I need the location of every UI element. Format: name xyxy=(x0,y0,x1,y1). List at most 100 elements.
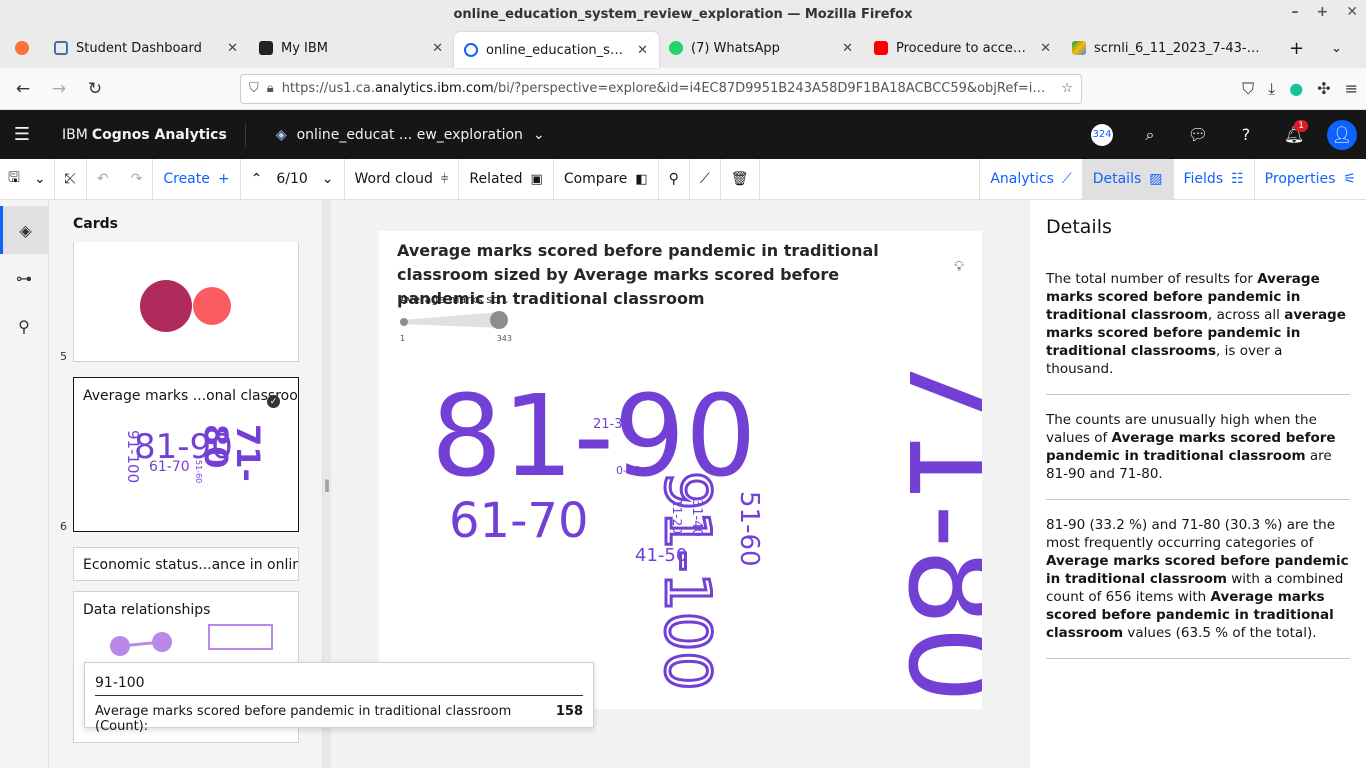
word-11-20[interactable]: 11-20 xyxy=(670,499,684,534)
tab-details[interactable]: Details ▨ xyxy=(1082,158,1174,200)
chevron-up-icon[interactable]: ⌃ xyxy=(251,171,263,187)
firefox-view-button[interactable] xyxy=(0,28,44,68)
card-7[interactable]: Economic status...ance in online xyxy=(73,547,299,581)
avatar-count-badge[interactable]: 324 xyxy=(1078,110,1126,159)
word-0-10[interactable]: 0-10 xyxy=(616,465,641,476)
details-insight-1: The total number of results for Average … xyxy=(1046,270,1350,395)
tab-whatsapp[interactable]: (7) WhatsApp ✕ xyxy=(659,28,864,68)
forward-button[interactable]: → xyxy=(44,74,74,104)
exploration-icon: ◈ xyxy=(275,126,287,143)
tab-my-ibm[interactable]: My IBM ✕ xyxy=(249,28,454,68)
tooltip-label: Average marks scored before pandemic in … xyxy=(95,704,512,734)
delete-button[interactable]: 🗑︎ xyxy=(721,158,760,200)
lock-icon: 🔒︎ xyxy=(266,81,274,96)
pin-icon: ⚲ xyxy=(668,171,679,187)
close-tab-icon[interactable]: ✕ xyxy=(637,43,648,58)
back-button[interactable]: ← xyxy=(8,74,38,104)
share-button[interactable]: ⤪ xyxy=(55,158,87,200)
pin-button[interactable]: ⚲ xyxy=(659,158,690,200)
drive-icon xyxy=(1072,41,1086,55)
menu-icon[interactable]: ≡ xyxy=(1345,79,1358,99)
app-brand: IBM Cognos Analytics xyxy=(44,122,246,147)
chevron-down-icon: ⌄ xyxy=(33,171,46,187)
reload-button[interactable]: ↻ xyxy=(80,74,110,104)
word-51-60[interactable]: 51-60 xyxy=(734,491,764,567)
tab-scrnli[interactable]: scrnli_6_11_2023_7-43-00 F xyxy=(1062,28,1277,68)
undo-icon[interactable]: ↶ xyxy=(97,171,109,187)
word-31-40[interactable]: 31-40 xyxy=(689,499,704,537)
page-navigator[interactable]: ⌃ 6/10 ⌄ xyxy=(241,158,345,200)
exploration-breadcrumb[interactable]: ◈ online_educat ... ew_exploration ⌄ xyxy=(246,127,545,143)
cards-panel-icon[interactable]: ◈ xyxy=(0,206,49,254)
window-title: online_education_system_review_explorati… xyxy=(453,6,913,22)
chevron-down-icon[interactable]: ⌄ xyxy=(322,171,334,187)
word-71-80[interactable]: 71-80 xyxy=(881,349,982,704)
create-button[interactable]: Create + xyxy=(153,158,241,200)
minimize-icon[interactable]: – xyxy=(1292,4,1299,20)
details-text: values (63.5 % of the total). xyxy=(1123,625,1317,641)
details-text: 81-90 (33.2 %) and 71-80 (30.3 %) are th… xyxy=(1046,517,1336,551)
ibm-icon xyxy=(259,41,273,55)
details-insight-2: The counts are unusually high when the v… xyxy=(1046,411,1350,500)
word-61-70[interactable]: 61-70 xyxy=(449,497,588,545)
word-cloud-button[interactable]: Word cloud ⫩ xyxy=(345,158,460,200)
youtube-icon xyxy=(874,41,888,55)
details-icon: ▨ xyxy=(1149,171,1163,187)
browser-navbar: ← → ↻ ⛉ 🔒︎ https://us1.ca.analytics.ibm.… xyxy=(0,68,1366,110)
pin-icon[interactable]: ⚲ xyxy=(0,302,49,350)
left-rail: ◈ ⊶ ⚲ xyxy=(0,200,49,768)
download-icon[interactable]: ⤓ xyxy=(1268,79,1275,99)
tab-online-education[interactable]: online_education_system_r✕ xyxy=(454,32,659,68)
close-tab-icon[interactable]: ✕ xyxy=(432,41,443,56)
tab-procedure[interactable]: Procedure to access Smart✕ xyxy=(864,28,1062,68)
tab-properties[interactable]: Properties ⚟ xyxy=(1255,159,1366,200)
tab-student-dashboard[interactable]: Student Dashboard ✕ xyxy=(44,28,249,68)
arrow-left-icon: ← xyxy=(15,78,31,99)
arrow-right-icon: → xyxy=(51,78,67,99)
word-41-50[interactable]: 41-50 xyxy=(635,547,687,565)
grammarly-icon[interactable]: ● xyxy=(1289,79,1303,99)
window-titlebar: online_education_system_review_explorati… xyxy=(0,0,1366,28)
extensions-icon[interactable]: ✣ xyxy=(1317,79,1330,99)
user-avatar[interactable]: 👤︎ xyxy=(1318,110,1366,159)
hamburger-menu-icon[interactable]: ☰ xyxy=(0,124,44,145)
chat-icon[interactable]: 💬︎ xyxy=(1174,110,1222,159)
cognos-icon xyxy=(464,43,478,57)
new-tab-button[interactable]: + xyxy=(1277,28,1317,68)
save-menu[interactable]: 🖫︎ ⌄ xyxy=(0,158,55,200)
compare-button[interactable]: Compare ◧ xyxy=(554,158,659,200)
list-tabs-button[interactable]: ⌄ xyxy=(1317,28,1357,68)
visualization-icon: ⫩ xyxy=(440,171,449,187)
tab-analytics[interactable]: Analytics ⟋ xyxy=(979,158,1083,200)
close-tab-icon[interactable]: ✕ xyxy=(842,41,853,56)
word-21-30[interactable]: 21-30 xyxy=(593,418,631,431)
url-bar[interactable]: ⛉ 🔒︎ https://us1.ca.analytics.ibm.com/bi… xyxy=(240,73,1082,104)
hierarchy-icon[interactable]: ⊶ xyxy=(0,254,49,302)
notification-icon[interactable]: 🔔︎ 1 xyxy=(1270,110,1318,159)
search-icon[interactable]: ⌕ xyxy=(1126,110,1174,159)
fields-icon: ☷ xyxy=(1231,171,1244,187)
close-tab-icon[interactable]: ✕ xyxy=(1040,41,1051,56)
chart-button[interactable]: ⟋ xyxy=(690,158,721,200)
word-91-100[interactable]: 91-100 xyxy=(650,470,726,693)
trash-icon: 🗑︎ xyxy=(730,171,749,187)
tab-fields[interactable]: Fields ☷ xyxy=(1174,158,1255,200)
analytics-icon: ⟋ xyxy=(1061,171,1072,187)
redo-icon[interactable]: ↷ xyxy=(131,171,143,187)
card-5[interactable]: 5 xyxy=(60,242,299,363)
exploration-toolbar: 🖫︎ ⌄ ⤪ ↶ ↷ Create + ⌃ 6/10 ⌄ Word cloud ⫩ Rela… xyxy=(0,158,1366,200)
card-5-thumbnail xyxy=(140,280,231,332)
card-6[interactable]: Average marks ...onal classroom ✓ 81-90 … xyxy=(60,377,299,533)
close-tab-icon[interactable]: ✕ xyxy=(227,41,238,56)
help-icon[interactable]: ? xyxy=(1222,110,1270,159)
url-text: https://us1.ca.analytics.ibm.com/bi/?per… xyxy=(281,81,1054,96)
details-text: , across all xyxy=(1208,307,1285,323)
pocket-icon[interactable]: ⛉ xyxy=(1242,79,1254,99)
user-icon: 👤︎ xyxy=(1327,119,1357,150)
close-window-icon[interactable]: ✕ xyxy=(1346,4,1358,20)
maximize-icon[interactable]: + xyxy=(1317,4,1329,20)
tooltip-count: 158 xyxy=(555,704,583,719)
bookmark-star-icon[interactable]: ☆ xyxy=(1061,81,1073,96)
related-button[interactable]: Related ▣ xyxy=(459,158,554,200)
undo-redo[interactable]: ↶ ↷ xyxy=(87,158,154,200)
